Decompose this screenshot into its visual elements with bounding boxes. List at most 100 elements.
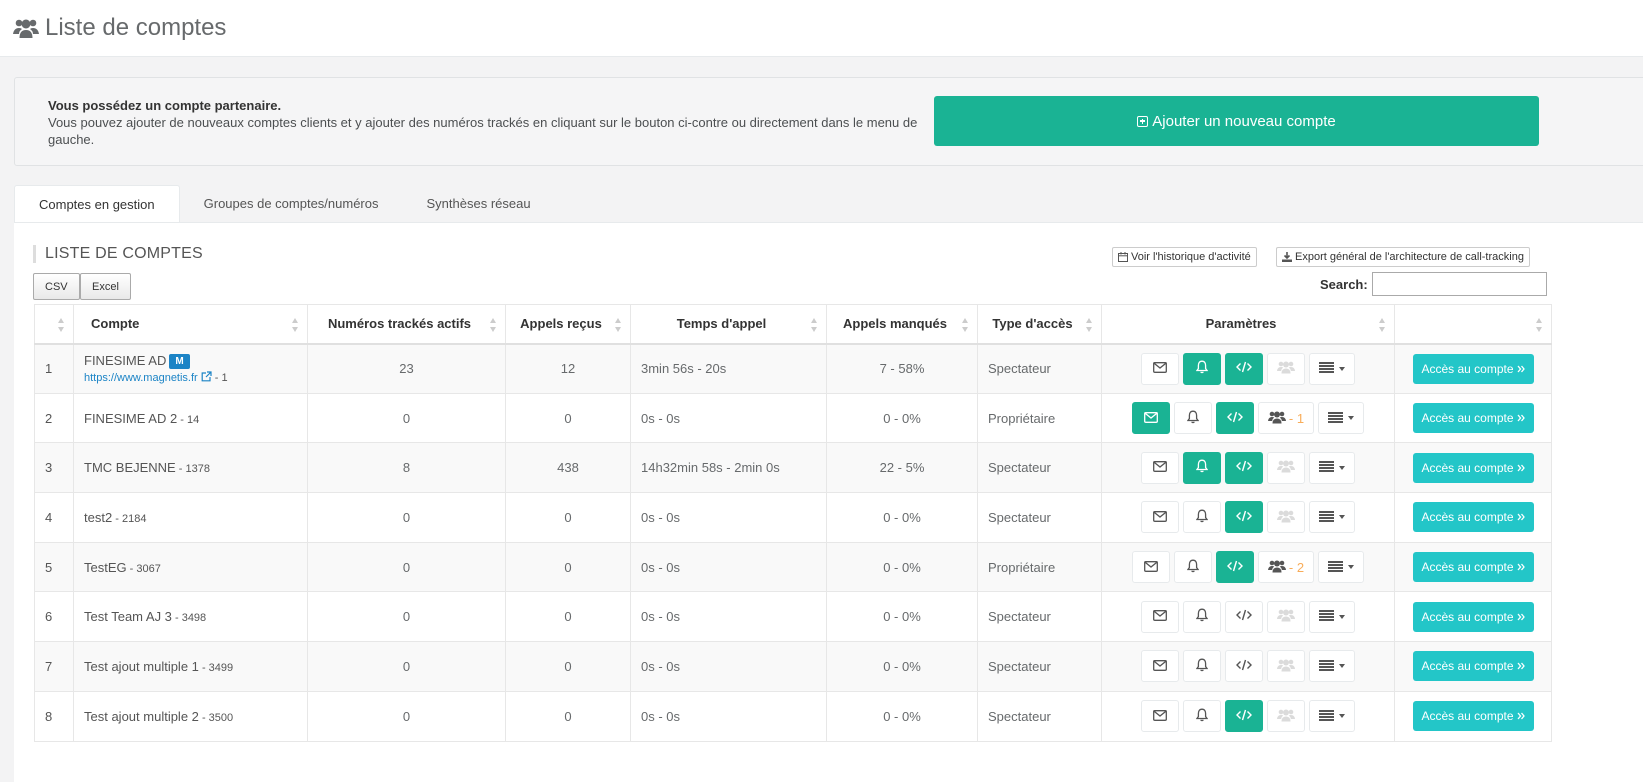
sort-icon: [615, 318, 622, 332]
actions-menu-button[interactable]: [1309, 352, 1355, 385]
access-account-button[interactable]: Accès au compte: [1412, 353, 1534, 384]
missed-calls: 0 - 0%: [826, 492, 978, 543]
search-input[interactable]: [1372, 272, 1547, 296]
account-cell: Test ajout multiple 2 - 3500: [73, 691, 308, 742]
notification-toggle-button[interactable]: [1183, 501, 1221, 534]
tab-comptes-en-gestion[interactable]: Comptes en gestion: [14, 185, 180, 224]
parameters-group: [1112, 352, 1384, 385]
account-cell: TestEG - 3067: [73, 542, 308, 593]
excel-button[interactable]: Excel: [80, 273, 131, 300]
actions-menu-button[interactable]: [1309, 600, 1355, 633]
export-button[interactable]: Export général de l'architecture de call…: [1276, 247, 1530, 267]
groups-button[interactable]: - 1: [1257, 402, 1315, 435]
access-account-button[interactable]: Accès au compte: [1412, 601, 1534, 632]
tracking-code-button[interactable]: [1225, 700, 1263, 733]
tracking-code-button[interactable]: [1225, 650, 1263, 683]
tracking-code-button[interactable]: [1215, 402, 1254, 435]
bell-icon: [1195, 608, 1209, 625]
history-button[interactable]: Voir l'historique d'activité: [1112, 247, 1257, 267]
envelope-icon: [1143, 560, 1158, 575]
groups-button[interactable]: - 2: [1257, 551, 1315, 584]
actions-menu-button[interactable]: [1309, 501, 1355, 534]
partner-title: Vous possédez un compte partenaire.: [48, 98, 282, 113]
sort-icon: [1536, 318, 1543, 332]
access-account-button[interactable]: Accès au compte: [1412, 403, 1534, 434]
csv-button[interactable]: CSV: [33, 273, 80, 300]
notification-toggle-button[interactable]: [1183, 600, 1221, 633]
notification-toggle-button[interactable]: [1183, 650, 1221, 683]
envelope-icon: [1153, 460, 1167, 475]
actions-menu-button[interactable]: [1309, 700, 1355, 733]
notification-toggle-button[interactable]: [1173, 551, 1212, 584]
account-id: - 3067: [126, 562, 161, 575]
actions-menu-button[interactable]: [1318, 551, 1365, 584]
row-index: 2: [34, 393, 74, 444]
call-time: 0s - 0s: [630, 641, 827, 692]
plus-square-icon: [1137, 115, 1149, 127]
notification-toggle-button[interactable]: [1183, 451, 1221, 484]
account-name: Test Team AJ 3: [84, 609, 172, 625]
bell-icon: [1195, 658, 1209, 675]
tracking-code-button[interactable]: [1225, 352, 1263, 385]
access-account-button[interactable]: Accès au compte: [1412, 452, 1534, 483]
col-header-temps[interactable]: Temps d'appel: [630, 304, 827, 345]
col-header-manques[interactable]: Appels manqués: [826, 304, 978, 345]
access-account-button[interactable]: Accès au compte: [1412, 701, 1534, 732]
tracking-code-button[interactable]: [1225, 501, 1263, 534]
add-account-button[interactable]: Ajouter un nouveau compte: [934, 96, 1539, 146]
email-toggle-button[interactable]: [1141, 600, 1179, 633]
email-toggle-button[interactable]: [1141, 700, 1179, 733]
access-account-button[interactable]: Accès au compte: [1412, 502, 1534, 533]
notification-toggle-button[interactable]: [1183, 700, 1221, 733]
account-website-link[interactable]: https://www.magnetis.fr: [84, 370, 212, 385]
col-header-type[interactable]: Type d'accès: [977, 304, 1102, 345]
calls-received: 0: [505, 591, 631, 643]
parameters-group: [1112, 600, 1384, 633]
external-link-icon: [201, 370, 212, 385]
notification-toggle-button[interactable]: [1173, 402, 1212, 435]
email-toggle-button[interactable]: [1131, 402, 1170, 435]
chevron-down-icon: [1339, 614, 1345, 619]
col-header-action[interactable]: [1394, 304, 1552, 345]
actions-menu-button[interactable]: [1309, 650, 1355, 683]
code-icon: [1236, 609, 1252, 624]
access-account-button[interactable]: Accès au compte: [1412, 552, 1534, 583]
col-header-appels[interactable]: Appels reçus: [505, 304, 631, 345]
calls-received: 0: [505, 691, 631, 742]
tracking-code-button[interactable]: [1215, 551, 1254, 584]
email-toggle-button[interactable]: [1141, 352, 1179, 385]
col-header-compte[interactable]: Compte: [73, 304, 308, 345]
users-icon: [1277, 360, 1295, 377]
col-header-index[interactable]: [34, 304, 74, 345]
tracking-code-button[interactable]: [1225, 600, 1263, 633]
notification-toggle-button[interactable]: [1183, 352, 1221, 385]
calls-received: 438: [505, 442, 631, 494]
access-type: Spectateur: [977, 343, 1102, 394]
tracking-code-button[interactable]: [1225, 451, 1263, 484]
account-id: - 14: [177, 413, 200, 426]
account-id: - 1: [211, 371, 228, 384]
email-toggle-button[interactable]: [1131, 551, 1170, 584]
call-time: 3min 56s - 20s: [630, 343, 827, 394]
actions-menu-button[interactable]: [1309, 451, 1355, 484]
account-name: Test ajout multiple 2: [84, 708, 199, 724]
partner-text: Vous possédez un compte partenaire. Vous…: [48, 97, 918, 148]
list-icon: [1328, 411, 1344, 426]
double-chevron-right-icon: [1517, 510, 1525, 524]
tab-syntheses-reseau[interactable]: Synthèses réseau: [403, 185, 555, 223]
chevron-down-icon: [1339, 465, 1345, 470]
email-toggle-button[interactable]: [1141, 650, 1179, 683]
access-account-button[interactable]: Accès au compte: [1412, 651, 1534, 682]
call-time: 0s - 0s: [630, 393, 827, 444]
tab-groupes[interactable]: Groupes de comptes/numéros: [180, 185, 403, 223]
account-cell: test2 - 2184: [73, 492, 308, 543]
access-cell: Accès au compte: [1394, 393, 1552, 444]
calendar-icon: [1118, 252, 1128, 262]
col-header-numeros[interactable]: Numéros trackés actifs: [307, 304, 506, 345]
col-header-parametres[interactable]: Paramètres: [1101, 304, 1395, 345]
email-toggle-button[interactable]: [1141, 501, 1179, 534]
actions-menu-button[interactable]: [1318, 402, 1365, 435]
account-name: Test ajout multiple 1: [84, 658, 199, 674]
missed-calls: 0 - 0%: [826, 542, 978, 593]
email-toggle-button[interactable]: [1141, 451, 1179, 484]
